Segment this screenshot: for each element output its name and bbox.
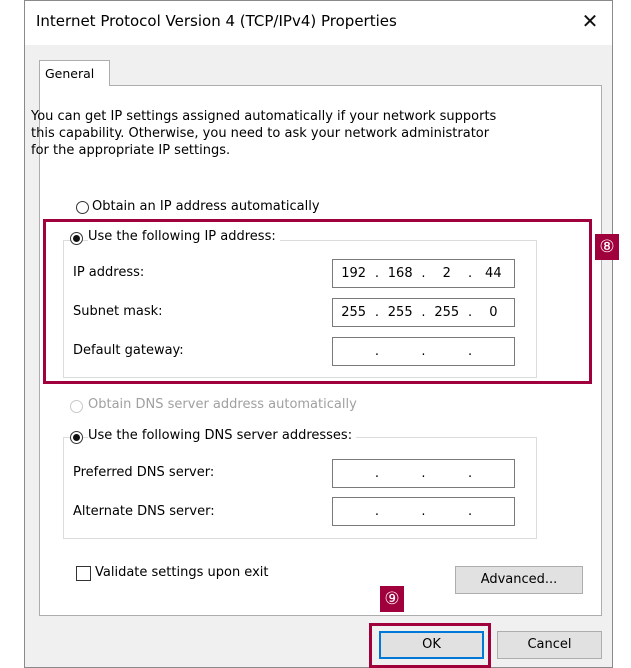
- dot: .: [374, 504, 379, 519]
- preferred-dns-label: Preferred DNS server:: [73, 465, 215, 480]
- use-following-dns-label[interactable]: Use the following DNS server addresses:: [88, 428, 357, 443]
- dot: .: [467, 504, 473, 519]
- obtain-ip-auto-radio[interactable]: [76, 201, 89, 214]
- cancel-button[interactable]: Cancel: [497, 631, 602, 659]
- advanced-button[interactable]: Advanced...: [455, 566, 583, 594]
- description-line-1: You can get IP settings assigned automat…: [31, 109, 497, 124]
- preferred-dns-field[interactable]: . . .: [332, 459, 515, 488]
- obtain-dns-auto-label: Obtain DNS server address automatically: [88, 397, 357, 412]
- dot: .: [421, 504, 426, 519]
- title-bar: Internet Protocol Version 4 (TCP/IPv4) P…: [25, 1, 612, 45]
- validate-label[interactable]: Validate settings upon exit: [95, 565, 268, 580]
- validate-checkbox[interactable]: [76, 566, 91, 581]
- dot: .: [421, 466, 426, 481]
- highlight-ip-section: [43, 219, 592, 384]
- description-line-2: this capability. Otherwise, you need to …: [31, 126, 490, 141]
- highlight-ok-button: [369, 623, 491, 668]
- obtain-ip-auto-label[interactable]: Obtain an IP address automatically: [92, 199, 320, 214]
- window-title: Internet Protocol Version 4 (TCP/IPv4) P…: [36, 12, 397, 30]
- description-line-3: for the appropriate IP settings.: [31, 143, 231, 158]
- use-following-dns-radio[interactable]: [70, 431, 83, 444]
- step-9-badge: ⑨: [380, 586, 404, 612]
- obtain-dns-auto-radio[interactable]: [70, 400, 83, 413]
- dot: .: [374, 466, 379, 481]
- tab-general[interactable]: General: [39, 60, 110, 86]
- dot: .: [467, 466, 473, 481]
- alternate-dns-field[interactable]: . . .: [332, 497, 515, 526]
- step-8-badge: ⑧: [595, 234, 619, 260]
- alternate-dns-label: Alternate DNS server:: [73, 504, 215, 519]
- close-icon[interactable]: ✕: [578, 8, 602, 34]
- description-text: You can get IP settings assigned automat…: [31, 108, 496, 159]
